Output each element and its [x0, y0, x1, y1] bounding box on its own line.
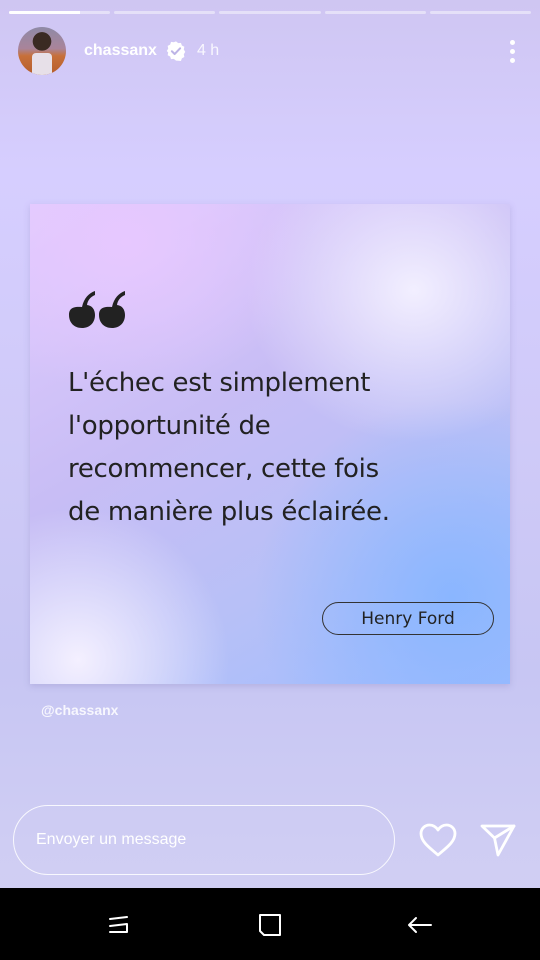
send-icon[interactable]: [479, 821, 517, 859]
author-label: Henry Ford: [322, 602, 494, 635]
more-vertical-icon[interactable]: [502, 36, 522, 66]
back-icon[interactable]: [400, 908, 440, 942]
verified-badge-icon: [166, 41, 186, 61]
message-placeholder: Envoyer un message: [36, 831, 187, 848]
avatar[interactable]: [18, 27, 66, 75]
progress-segment: [324, 11, 426, 14]
system-nav-bar: [0, 888, 540, 960]
story-header: chassanx 4 h: [18, 26, 522, 76]
story-progress-bar: [9, 11, 532, 14]
heart-icon[interactable]: [418, 822, 458, 858]
progress-segment: [429, 11, 532, 14]
post-time: 4 h: [196, 42, 220, 59]
progress-segment: [9, 11, 111, 14]
quote-line: l'opportunité de: [68, 411, 271, 441]
progress-fill: [9, 11, 80, 14]
quote-line: de manière plus éclairée.: [68, 497, 390, 527]
progress-segment: [219, 11, 321, 14]
message-input[interactable]: Envoyer un message: [13, 805, 395, 875]
watermark-username: @chassanx: [41, 702, 119, 718]
quote-line: L'échec est simplement: [68, 368, 371, 398]
quotation-mark-icon: [69, 291, 125, 328]
home-icon[interactable]: [250, 908, 290, 942]
progress-segment: [114, 11, 216, 14]
quote-text: L'échec est simplement l'opportunité de …: [68, 362, 488, 534]
recents-icon[interactable]: [98, 908, 138, 942]
quote-line: recommencer, cette fois: [68, 454, 379, 484]
username[interactable]: chassanx: [84, 42, 157, 60]
quote-card: L'échec est simplement l'opportunité de …: [30, 204, 510, 684]
